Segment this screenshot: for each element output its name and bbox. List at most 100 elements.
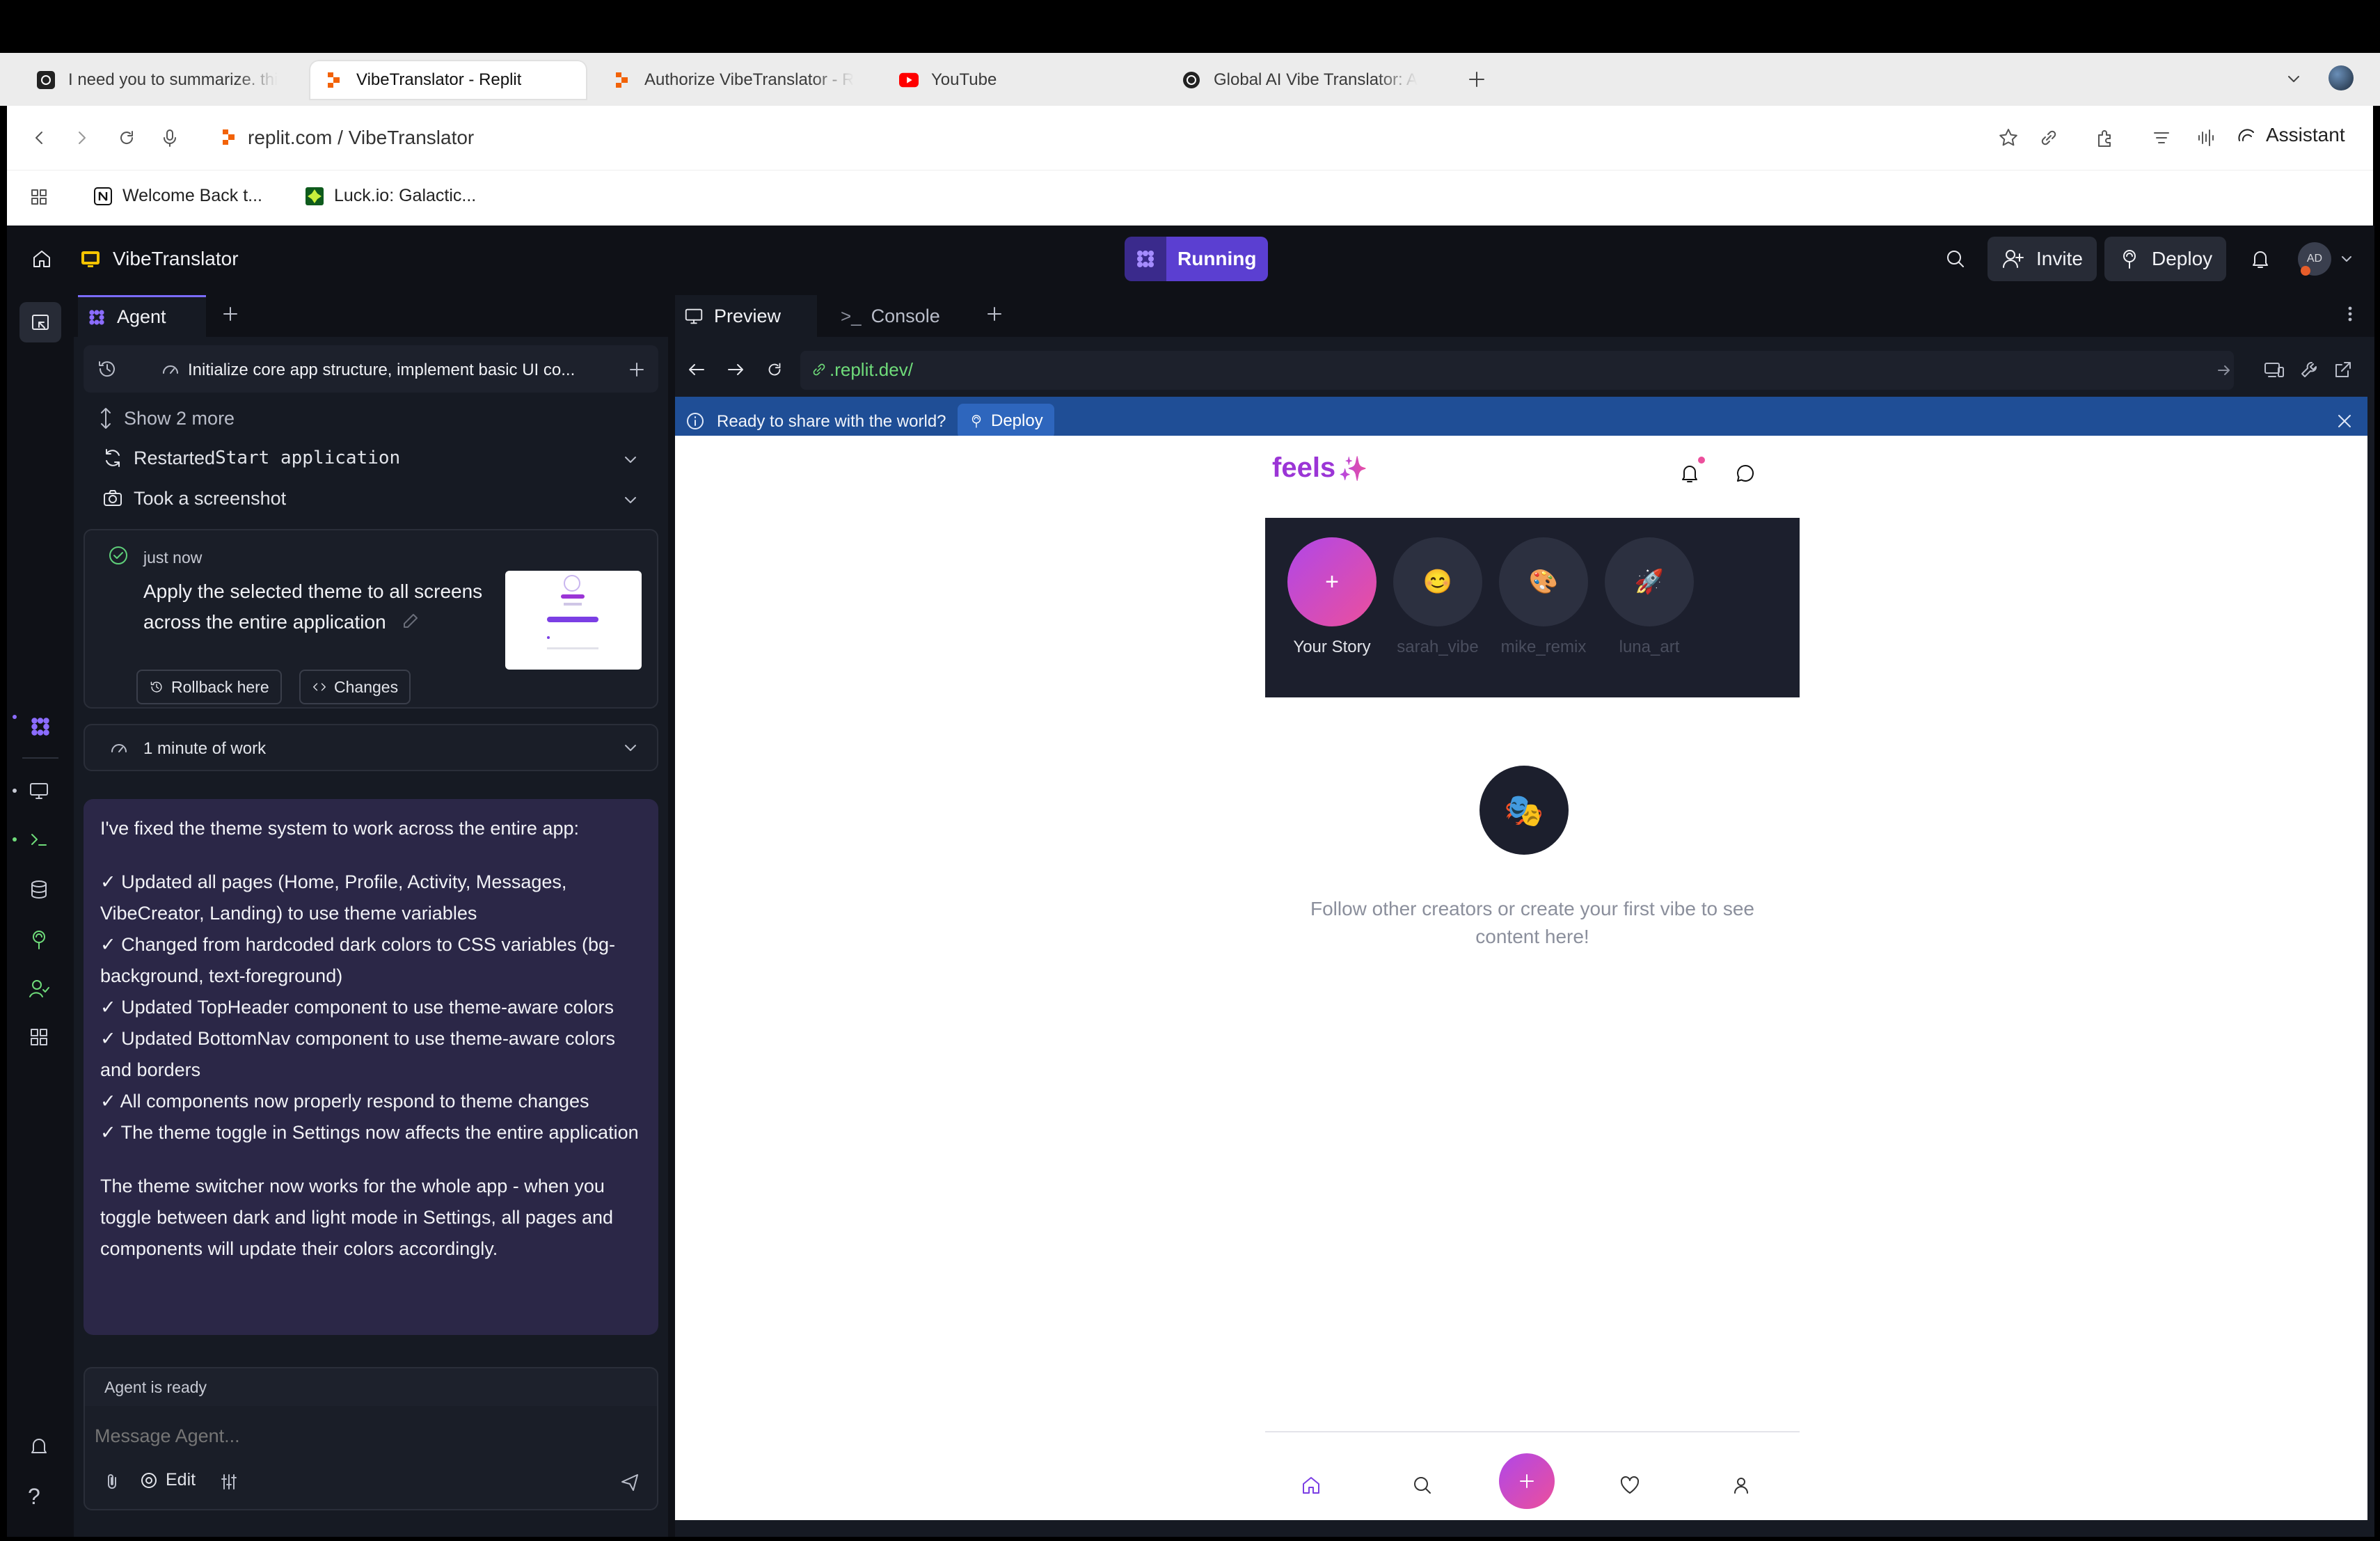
step-screenshot-label: Took a screenshot	[134, 487, 287, 509]
sliders-icon[interactable]	[219, 1471, 239, 1492]
rollback-button[interactable]: Rollback here	[136, 670, 282, 704]
feels-logo[interactable]: feels ✨	[1272, 452, 1368, 484]
microphone-icon[interactable]	[159, 127, 181, 149]
browser-tab-strip: I need you to summarize. thi VibeTransla…	[0, 53, 2380, 106]
browser-tab[interactable]: Authorize VibeTranslator - R	[597, 60, 875, 100]
browser-tab[interactable]: I need you to summarize. thi	[21, 60, 299, 100]
preview-rail-icon[interactable]	[28, 780, 50, 802]
profile-icon[interactable]	[1730, 1474, 1752, 1496]
new-tab-icon[interactable]	[220, 303, 241, 324]
task-title: Initialize core app structure, implement…	[188, 361, 576, 379]
story-name: Your Story	[1293, 638, 1371, 656]
camera-icon	[102, 487, 124, 509]
step-screenshot[interactable]: Took a screenshot	[102, 487, 286, 509]
edit-label: Edit	[166, 1470, 196, 1489]
heart-icon[interactable]	[1619, 1474, 1641, 1496]
new-tab-icon[interactable]	[1466, 68, 1488, 90]
audio-wave-icon[interactable]	[2195, 127, 2217, 149]
apps-grid-icon[interactable]	[28, 1026, 50, 1048]
apps-grid-icon[interactable]	[29, 187, 49, 207]
link-icon[interactable]	[2038, 127, 2060, 149]
chevron-down-icon[interactable]	[2283, 68, 2305, 90]
create-vibe-button[interactable]	[1499, 1453, 1555, 1509]
search-icon[interactable]	[1944, 248, 1967, 270]
preview-url[interactable]: .replit.dev/	[830, 359, 913, 381]
checkpoint-time: just now	[143, 548, 203, 567]
bookmark-item[interactable]: Luck.io: Galactic...	[305, 186, 476, 206]
story-avatar[interactable]: 🎨	[1499, 537, 1588, 626]
screenshot-thumbnail[interactable]	[505, 571, 642, 670]
reader-mode-icon[interactable]	[2150, 127, 2173, 149]
back-icon[interactable]	[28, 127, 50, 149]
changes-button[interactable]: Changes	[299, 670, 411, 704]
close-icon[interactable]	[2335, 412, 2354, 430]
home-icon[interactable]	[1300, 1474, 1322, 1496]
database-icon[interactable]	[28, 878, 50, 901]
banner-deploy-button[interactable]: Deploy	[958, 404, 1054, 438]
agent-tab[interactable]: Agent	[78, 295, 206, 337]
send-icon[interactable]	[619, 1471, 640, 1492]
help-icon[interactable]: ?	[28, 1484, 40, 1510]
back-icon[interactable]	[686, 359, 707, 380]
show-more-button[interactable]: Show 2 more	[97, 406, 235, 430]
search-icon[interactable]	[1411, 1474, 1434, 1496]
run-button[interactable]: Running	[1125, 237, 1268, 281]
preview-webview: feels ✨ + Your Story 😊 sarah_vibe 🎨 mike…	[675, 436, 2367, 1520]
project-name[interactable]: VibeTranslator	[113, 248, 239, 270]
bookmark-item[interactable]: Welcome Back t...	[93, 186, 262, 206]
chevron-down-icon[interactable]	[621, 490, 640, 509]
browser-tab[interactable]: YouTube	[884, 60, 1162, 100]
message-input[interactable]	[95, 1418, 644, 1453]
chevron-down-icon[interactable]	[621, 738, 640, 757]
address-bar-url[interactable]: replit.com / VibeTranslator	[248, 127, 474, 149]
forward-icon[interactable]	[725, 359, 746, 380]
alerts-icon[interactable]	[28, 1435, 50, 1457]
notion-icon	[93, 187, 113, 206]
bookmarks-bar: Welcome Back t... Luck.io: Galactic...	[7, 170, 2373, 226]
your-story-button[interactable]: +	[1287, 537, 1377, 626]
attach-icon[interactable]	[102, 1471, 122, 1492]
browser-tab[interactable]: Global AI Vibe Translator: A	[1166, 60, 1445, 100]
extensions-icon[interactable]	[2093, 127, 2116, 149]
forward-icon[interactable]	[71, 127, 93, 149]
deploy-button[interactable]: Deploy	[2104, 237, 2227, 281]
add-icon[interactable]	[626, 359, 647, 380]
message-item: ✓ The theme toggle in Settings now affec…	[100, 1122, 639, 1143]
edit-mode-button[interactable]: Edit	[139, 1470, 196, 1490]
new-tab-icon[interactable]	[984, 303, 1005, 324]
browser-tab-title: VibeTranslator - Replit	[356, 70, 522, 89]
chevron-down-icon[interactable]	[621, 450, 640, 469]
go-arrow-icon[interactable]	[2216, 362, 2232, 379]
preview-url-bar[interactable]	[800, 351, 2234, 390]
reload-icon[interactable]	[764, 359, 785, 380]
console-rail-icon[interactable]	[28, 828, 50, 851]
edit-pencil-icon[interactable]	[401, 611, 420, 631]
panel-splitter[interactable]	[668, 292, 675, 1537]
tab-console[interactable]: >_ Console	[831, 295, 970, 337]
devices-icon[interactable]	[2263, 359, 2285, 381]
file-tree-icon[interactable]	[19, 302, 61, 342]
invite-button[interactable]: Invite	[1988, 237, 2097, 281]
step-restart[interactable]: Restarted Start application	[102, 447, 400, 469]
deployments-rail-icon[interactable]	[28, 928, 50, 951]
tab-preview[interactable]: Preview	[675, 295, 817, 337]
story-avatar[interactable]: 😊	[1393, 537, 1482, 626]
home-icon[interactable]	[31, 248, 53, 270]
reload-icon[interactable]	[116, 127, 138, 149]
agent-rail-icon[interactable]	[28, 714, 53, 739]
notifications-bell-icon[interactable]	[2249, 248, 2271, 270]
message-bubble-icon[interactable]	[1734, 462, 1756, 484]
open-external-icon[interactable]	[2333, 359, 2354, 380]
more-vertical-icon[interactable]	[2340, 303, 2361, 324]
devtools-wrench-icon[interactable]	[2299, 359, 2320, 380]
assistant-button[interactable]: Assistant	[2235, 124, 2345, 146]
bookmark-star-icon[interactable]	[1997, 127, 2020, 149]
notifications-bell-icon[interactable]	[1679, 462, 1701, 484]
story-avatar[interactable]: 🚀	[1605, 537, 1694, 626]
history-icon[interactable]	[96, 358, 118, 380]
chevron-down-icon[interactable]	[2338, 251, 2355, 267]
profile-avatar[interactable]	[2329, 65, 2354, 90]
browser-tab[interactable]: VibeTranslator - Replit	[309, 60, 587, 100]
user-check-icon[interactable]	[28, 977, 50, 999]
agent-panel: Agent Initialize core app structure, imp…	[74, 292, 668, 1537]
